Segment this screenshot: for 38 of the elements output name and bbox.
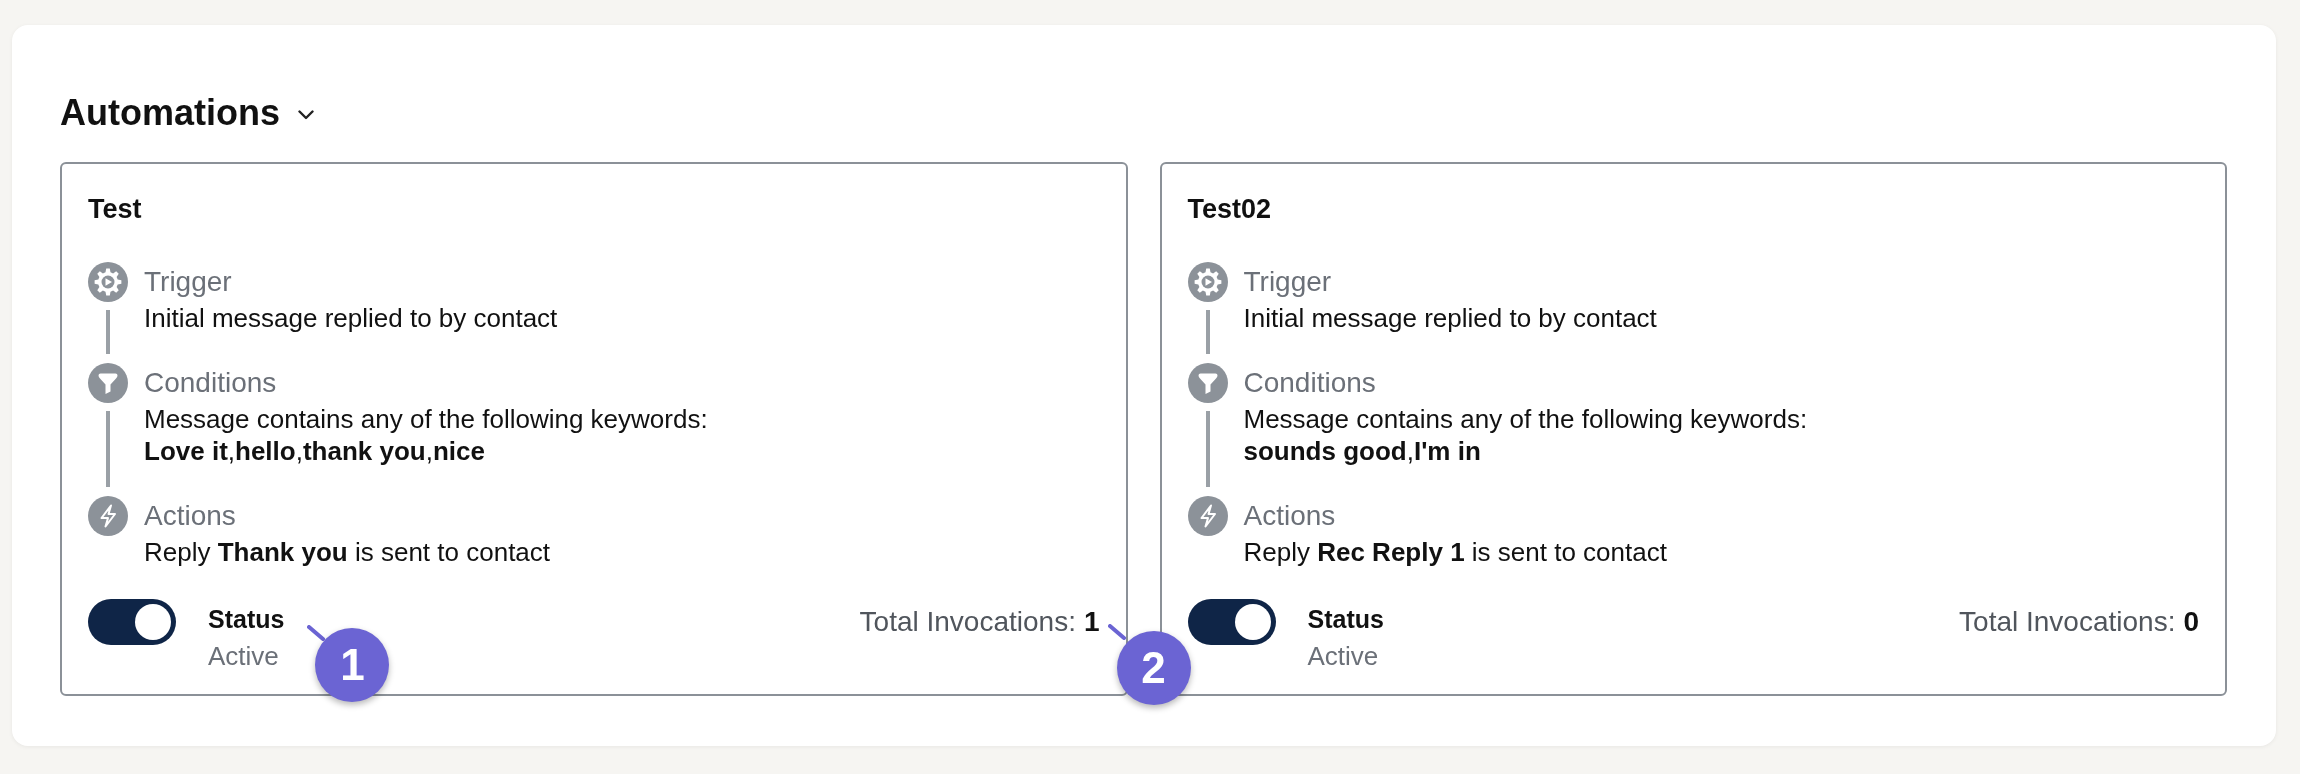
funnel-icon — [88, 363, 128, 403]
invocations-count: 1 — [1083, 605, 1100, 639]
card-title: Test — [88, 193, 142, 226]
step-description: Message contains any of the following keywords: — [144, 403, 708, 435]
toggle-switch[interactable] — [1187, 599, 1276, 645]
gear-icon — [1187, 262, 1228, 302]
step-description: Reply Thank you is sent to contact — [144, 536, 551, 568]
status-value: Active — [1307, 640, 1379, 673]
section-dropdown[interactable]: Automations — [60, 91, 314, 135]
invocations-count: 0 — [2183, 605, 2199, 639]
lightning-icon — [1187, 496, 1228, 536]
status-label: Status — [1307, 604, 1384, 635]
step-description: Initial message replied to by contact — [1243, 302, 1657, 334]
lightning-icon — [88, 496, 128, 536]
step-label: Actions — [1243, 499, 1336, 533]
step-description: Reply Rec Reply 1 is sent to contact — [1243, 536, 1667, 568]
step-label: Conditions — [144, 366, 277, 400]
toggle-switch[interactable] — [88, 599, 176, 645]
step-label: Actions — [144, 499, 236, 533]
leader-line — [307, 625, 326, 641]
callout-badge: 2 — [1116, 631, 1191, 705]
invocations-label: Total Invocations: — [859, 605, 1076, 639]
funnel-icon — [1187, 363, 1228, 403]
step-description: Initial message replied to by contact — [144, 302, 558, 334]
gear-icon — [88, 262, 128, 302]
card-title: Test02 — [1187, 193, 1272, 226]
callout-badge: 1 — [315, 628, 390, 702]
step-description: Love it,hello,thank you,nice — [144, 435, 485, 467]
step-label: Trigger — [1243, 265, 1332, 299]
step-label: Trigger — [144, 265, 232, 299]
step-description: Message contains any of the following keywords: — [1243, 403, 1808, 435]
step-label: Conditions — [1243, 366, 1376, 400]
chevron-down-icon[interactable] — [298, 110, 314, 120]
step-description: sounds good,I'm in — [1243, 435, 1481, 467]
status-label: Status — [208, 604, 285, 635]
leader-line — [1107, 624, 1126, 640]
status-value: Active — [208, 640, 279, 673]
invocations-label: Total Invocations: — [1959, 605, 2176, 639]
